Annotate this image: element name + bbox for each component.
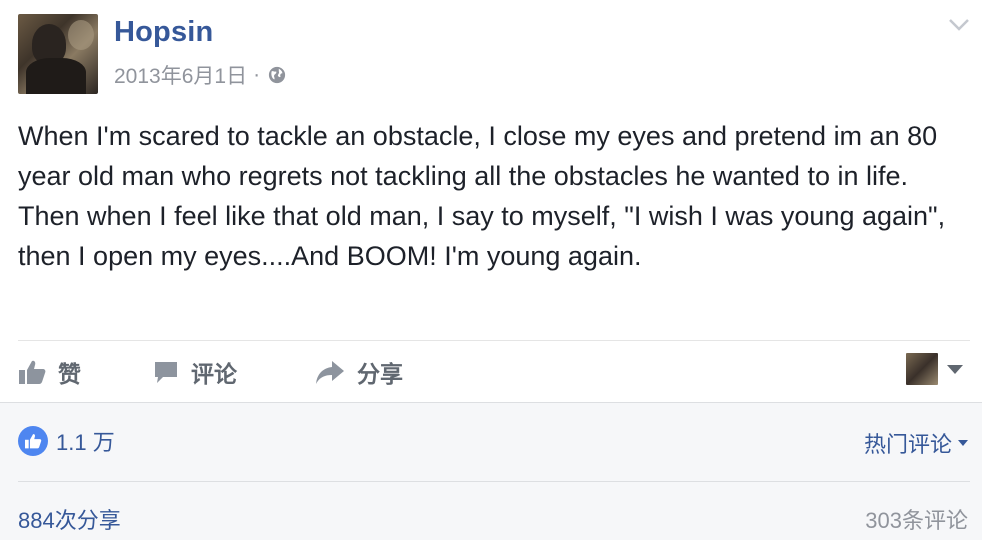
like-button[interactable]: 赞 bbox=[18, 355, 153, 389]
like-count-text: 1.1 万 bbox=[56, 430, 115, 455]
meta-separator: · bbox=[253, 63, 261, 86]
author-avatar[interactable] bbox=[18, 14, 98, 94]
share-count[interactable]: 884次分享 bbox=[18, 503, 121, 535]
like-badge-icon bbox=[18, 426, 48, 456]
like-count[interactable]: 1.1 万 bbox=[18, 425, 115, 457]
like-label: 赞 bbox=[58, 361, 81, 387]
post-date[interactable]: 2013年6月1日 bbox=[114, 60, 247, 90]
share-button[interactable]: 分享 bbox=[315, 355, 455, 389]
sort-label: 热门评论 bbox=[863, 432, 952, 457]
author-name[interactable]: Hopsin bbox=[114, 16, 213, 49]
globe-icon[interactable] bbox=[268, 66, 286, 84]
chevron-down-icon[interactable] bbox=[948, 18, 970, 32]
action-bar: 赞 评论 分享 bbox=[18, 352, 455, 392]
comment-label: 评论 bbox=[191, 361, 237, 387]
divider bbox=[18, 340, 970, 341]
share-label: 分享 bbox=[357, 361, 403, 387]
caret-down-icon bbox=[958, 440, 968, 446]
comment-as-selector[interactable] bbox=[906, 352, 964, 386]
divider bbox=[18, 481, 970, 482]
post-meta: 2013年6月1日 · bbox=[114, 60, 286, 90]
caret-down-icon bbox=[947, 365, 963, 374]
facebook-post: Hopsin 2013年6月1日 · When I'm scared to ta… bbox=[0, 0, 982, 540]
post-footer: 1.1 万 热门评论 884次分享 303条评论 bbox=[0, 402, 982, 540]
share-arrow-icon bbox=[316, 361, 344, 384]
post-text: When I'm scared to tackle an obstacle, I… bbox=[18, 121, 946, 271]
thumbs-up-icon bbox=[19, 360, 46, 384]
comment-icon bbox=[155, 362, 177, 383]
user-avatar bbox=[906, 353, 938, 385]
comment-sort-dropdown[interactable]: 热门评论 bbox=[864, 427, 968, 459]
comment-count[interactable]: 303条评论 bbox=[865, 503, 968, 535]
comment-button[interactable]: 评论 bbox=[153, 355, 315, 389]
